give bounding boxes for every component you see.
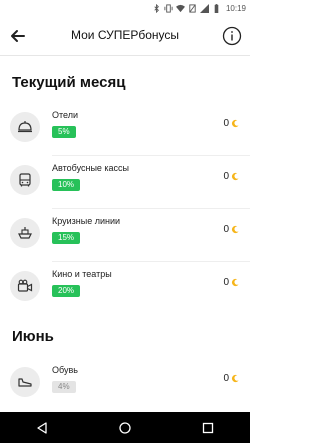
points-value: 0 xyxy=(223,224,240,235)
signal-icon xyxy=(199,3,209,13)
wifi-icon xyxy=(175,4,185,13)
section-title-june: Июнь xyxy=(12,328,54,345)
divider xyxy=(52,261,250,262)
points-value: 0 xyxy=(223,118,240,129)
battery-icon xyxy=(212,3,221,13)
points-value: 0 xyxy=(223,373,240,384)
coin-icon xyxy=(231,119,239,128)
divider xyxy=(52,208,250,209)
app-bar: Мои СУПЕРбонусы xyxy=(0,16,250,56)
list-item-cruise-lines[interactable]: Круизные линии 15% 0 xyxy=(0,210,250,262)
info-icon xyxy=(222,26,242,46)
nav-recents-icon[interactable] xyxy=(198,418,218,438)
ship-icon xyxy=(10,218,40,248)
nav-back-icon[interactable] xyxy=(32,418,52,438)
coin-icon xyxy=(231,225,239,234)
category-label: Круизные линии xyxy=(52,216,121,226)
points-count: 0 xyxy=(223,171,229,182)
vibrate-icon xyxy=(164,3,173,13)
list-item-bus-tickets[interactable]: Автобусные кассы 10% 0 xyxy=(0,157,250,209)
category-label: Отели xyxy=(52,110,79,120)
category-label: Кино и театры xyxy=(52,269,112,279)
points-value: 0 xyxy=(223,277,240,288)
info-button[interactable] xyxy=(222,26,242,46)
cashback-badge: 20% xyxy=(52,285,81,297)
system-nav-bar xyxy=(0,412,250,443)
category-label: Автобусные кассы xyxy=(52,163,130,173)
divider xyxy=(52,155,250,156)
status-bar: 10:19 xyxy=(0,0,250,16)
shoe-icon xyxy=(10,367,40,397)
page-title: Мои СУПЕРбонусы xyxy=(70,28,180,42)
coin-icon xyxy=(231,374,239,383)
bus-icon xyxy=(10,165,40,195)
points-count: 0 xyxy=(223,277,229,288)
cashback-badge: 4% xyxy=(52,381,76,393)
camera-icon xyxy=(10,271,40,301)
list-item-cinema-theatre[interactable]: Кино и театры 20% 0 xyxy=(0,263,250,315)
cashback-badge: 10% xyxy=(52,179,81,191)
list-item-shoes[interactable]: Обувь 4% 0 xyxy=(0,359,250,411)
status-time: 10:19 xyxy=(225,3,246,13)
bonus-list[interactable]: Текущий месяц Отели 5% 0 Автобусные касс… xyxy=(0,57,250,412)
list-item-hotels[interactable]: Отели 5% 0 xyxy=(0,104,250,156)
cashback-badge: 15% xyxy=(52,232,81,244)
points-count: 0 xyxy=(223,224,229,235)
points-count: 0 xyxy=(223,118,229,129)
points-value: 0 xyxy=(223,171,240,182)
coin-icon xyxy=(231,172,239,181)
nav-home-icon[interactable] xyxy=(115,418,135,438)
bluetooth-icon xyxy=(152,3,161,13)
cashback-badge: 5% xyxy=(52,126,76,138)
points-count: 0 xyxy=(223,373,229,384)
hotel-bell-icon xyxy=(10,112,40,142)
coin-icon xyxy=(231,278,239,287)
no-sim-icon xyxy=(188,3,197,13)
section-title-current-month: Текущий месяц xyxy=(12,74,126,91)
category-label: Обувь xyxy=(52,365,78,375)
